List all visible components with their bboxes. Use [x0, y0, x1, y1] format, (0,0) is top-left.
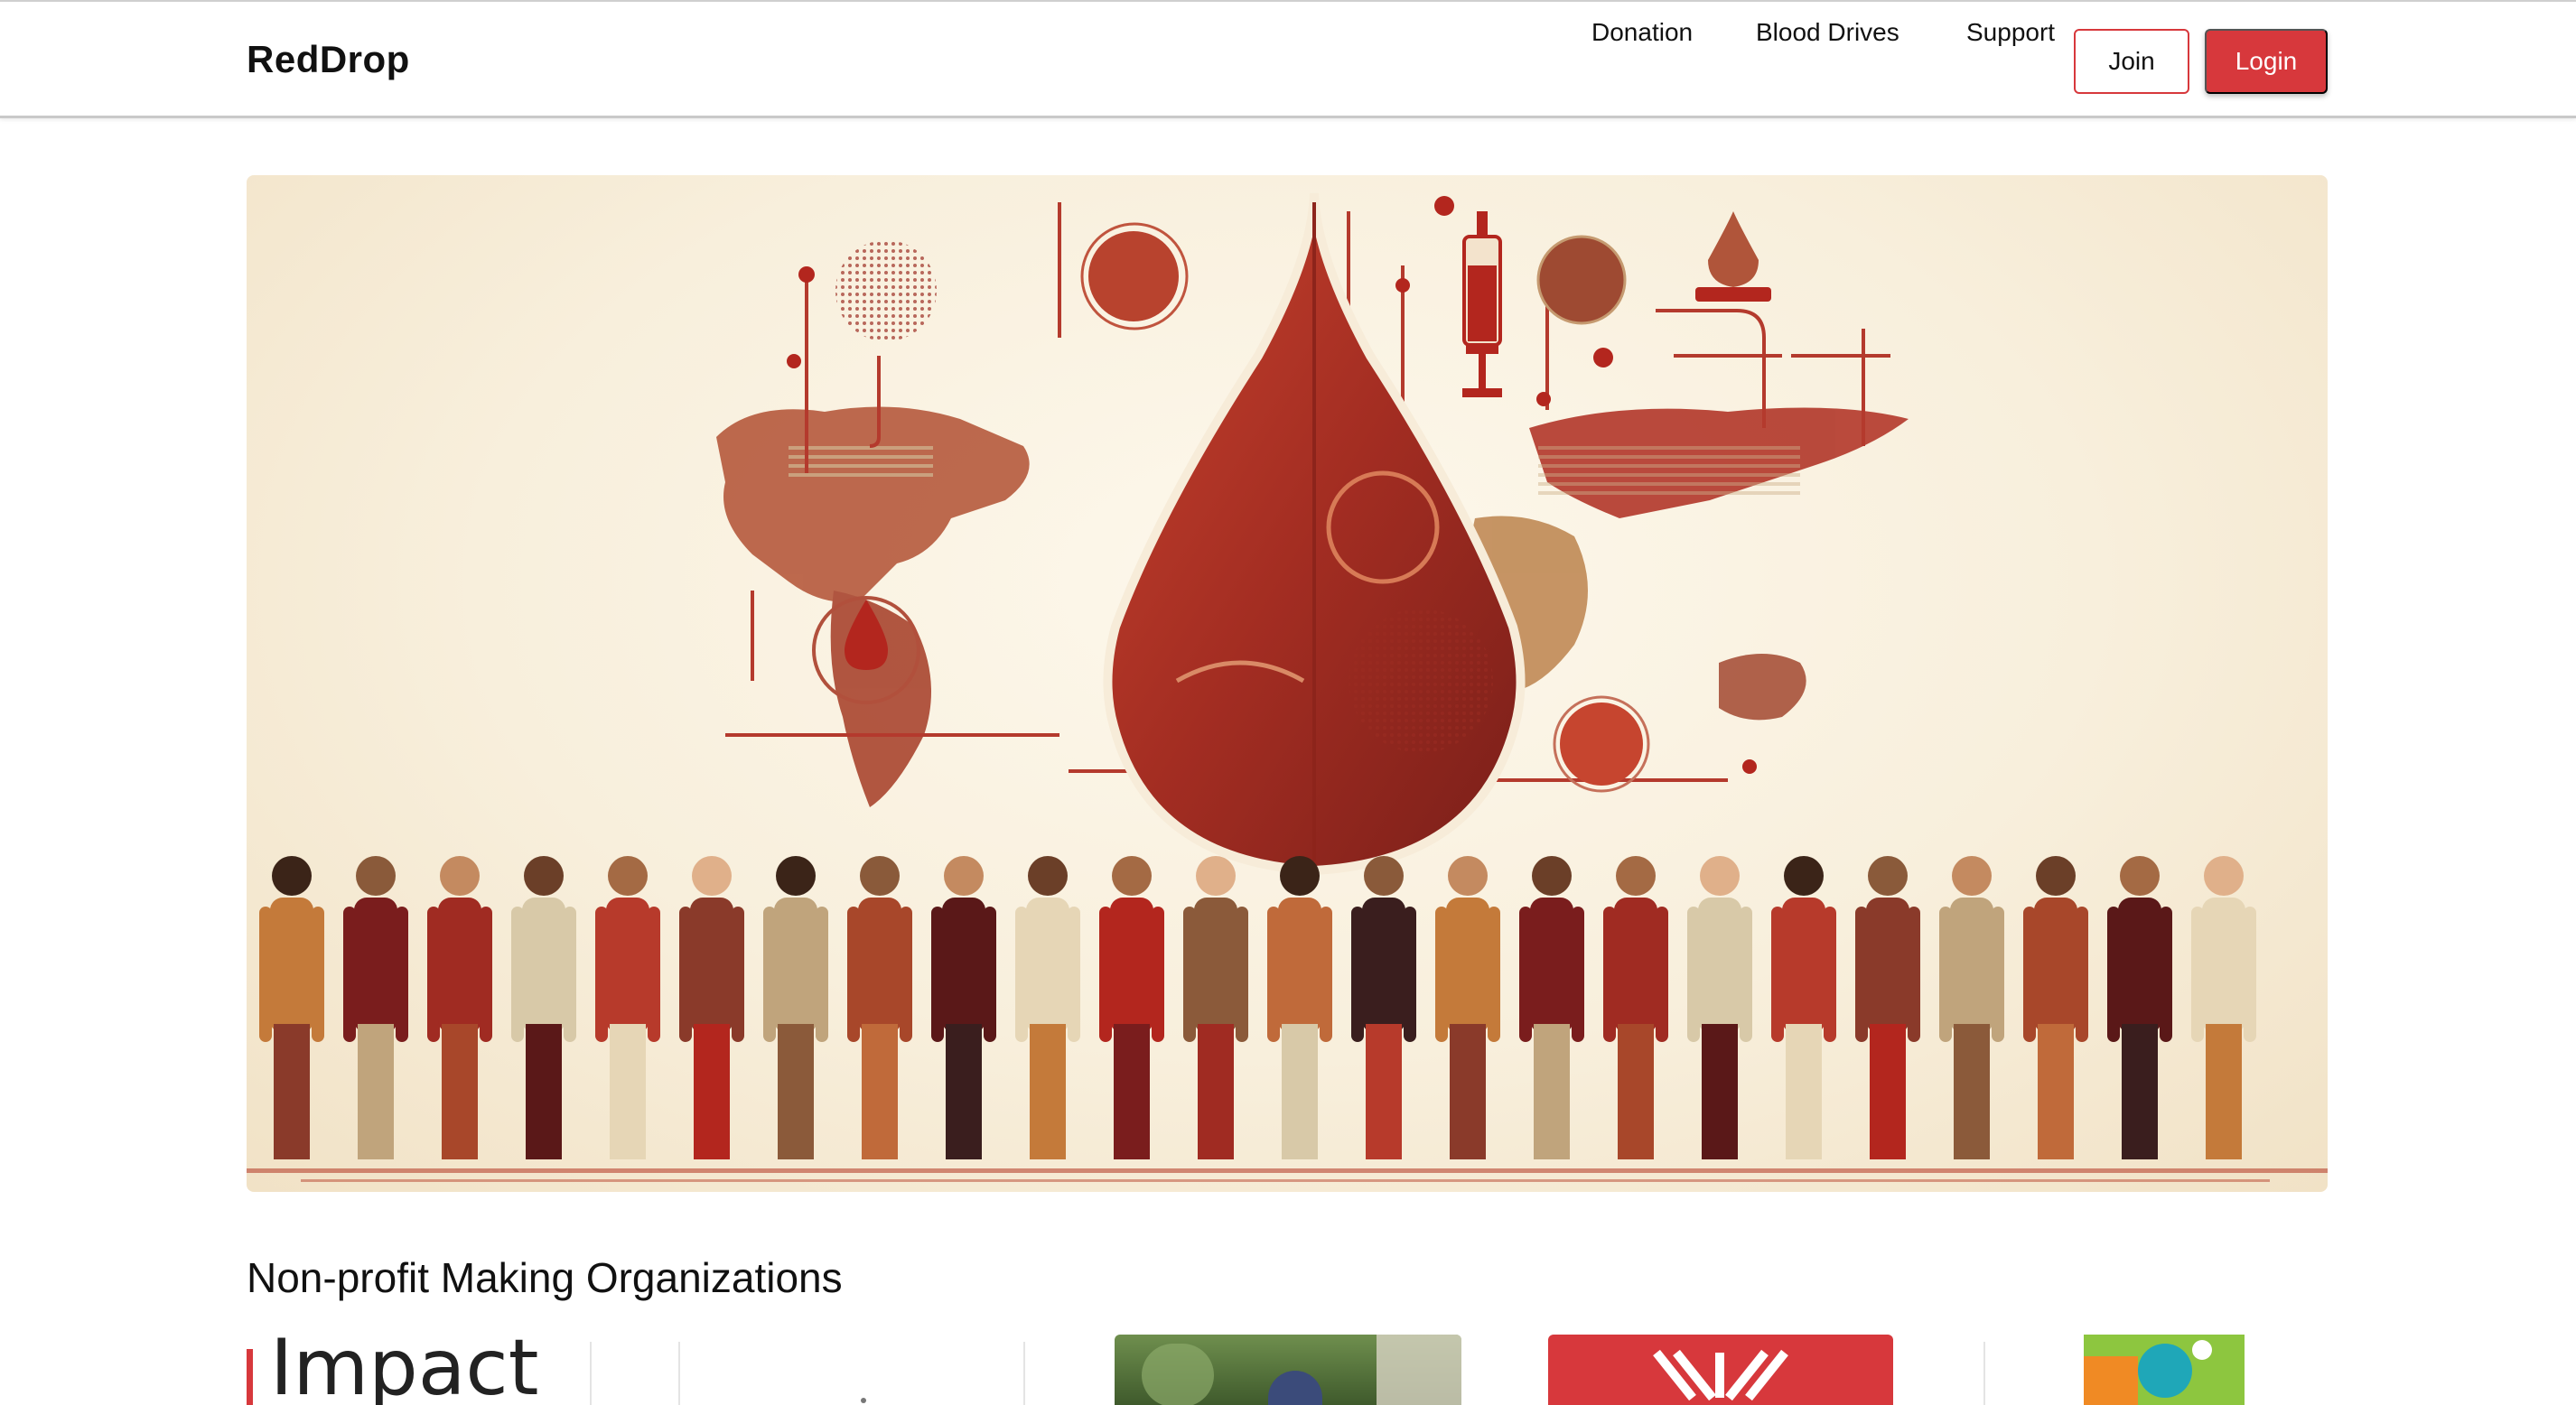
person-figure	[1687, 856, 1752, 1159]
org-card-impact[interactable]: Impact	[247, 1335, 590, 1405]
org-logo-orange	[2084, 1356, 2138, 1405]
person-figure	[1771, 856, 1836, 1159]
person-figure	[1855, 856, 1920, 1159]
person-figure	[763, 856, 828, 1159]
tree-foliage	[1142, 1344, 1214, 1405]
syringe-icon	[1462, 211, 1502, 397]
org-logo-dot	[861, 1398, 866, 1403]
ground-lines	[247, 1168, 2328, 1182]
nav-support[interactable]: Support	[1966, 18, 2055, 47]
card-divider	[590, 1342, 592, 1405]
org-card-5[interactable]	[2084, 1335, 2245, 1405]
person-figure	[1015, 856, 1080, 1159]
org-logo-figure-icon	[2138, 1344, 2192, 1398]
top-navbar: RedDrop Donation Blood Drives Support Jo…	[0, 0, 2576, 118]
org-logo-head-icon	[2192, 1340, 2212, 1360]
blood-bag-icon	[1695, 211, 1771, 302]
person-figure	[1435, 856, 1500, 1159]
person-figure	[679, 856, 744, 1159]
organization-carousel: Impact	[247, 1335, 2328, 1405]
card-divider	[1983, 1342, 1985, 1405]
card-divider	[1023, 1342, 1025, 1405]
impact-logo-bar	[247, 1349, 253, 1405]
person-figure	[427, 856, 492, 1159]
nav-donation[interactable]: Donation	[1591, 18, 1693, 47]
person-figure	[1183, 856, 1248, 1159]
login-button[interactable]: Login	[2205, 29, 2328, 94]
person-figure	[595, 856, 660, 1159]
hero-illustration	[247, 192, 2328, 1182]
org-card-2[interactable]	[680, 1335, 1023, 1405]
org-logo-stripes-icon	[1653, 1349, 1788, 1401]
person-figure	[259, 856, 324, 1159]
person-figure	[847, 856, 912, 1159]
section-title: Non-profit Making Organizations	[247, 1254, 843, 1301]
nav-blood-drives[interactable]: Blood Drives	[1756, 18, 1899, 47]
hero-banner-image	[247, 175, 2328, 1192]
person-figure	[343, 856, 408, 1159]
org-card-3[interactable]	[1115, 1335, 1461, 1405]
person-figure	[1519, 856, 1584, 1159]
building-photo	[1377, 1335, 1461, 1405]
person-figure	[931, 856, 996, 1159]
org-card-4[interactable]	[1548, 1335, 1893, 1405]
person-figure	[1939, 856, 2004, 1159]
person-figure	[1099, 856, 1164, 1159]
people-illustration	[259, 856, 2256, 1159]
person-figure	[2191, 856, 2256, 1159]
person-figure	[2107, 856, 2172, 1159]
person-figure	[2023, 856, 2088, 1159]
person-photo	[1268, 1371, 1322, 1405]
join-button[interactable]: Join	[2074, 29, 2189, 94]
person-figure	[511, 856, 576, 1159]
person-figure	[1267, 856, 1332, 1159]
person-figure	[1603, 856, 1668, 1159]
person-figure	[1351, 856, 1416, 1159]
brand-logo[interactable]: RedDrop	[247, 38, 410, 81]
impact-logo-text: Impact	[270, 1335, 539, 1405]
